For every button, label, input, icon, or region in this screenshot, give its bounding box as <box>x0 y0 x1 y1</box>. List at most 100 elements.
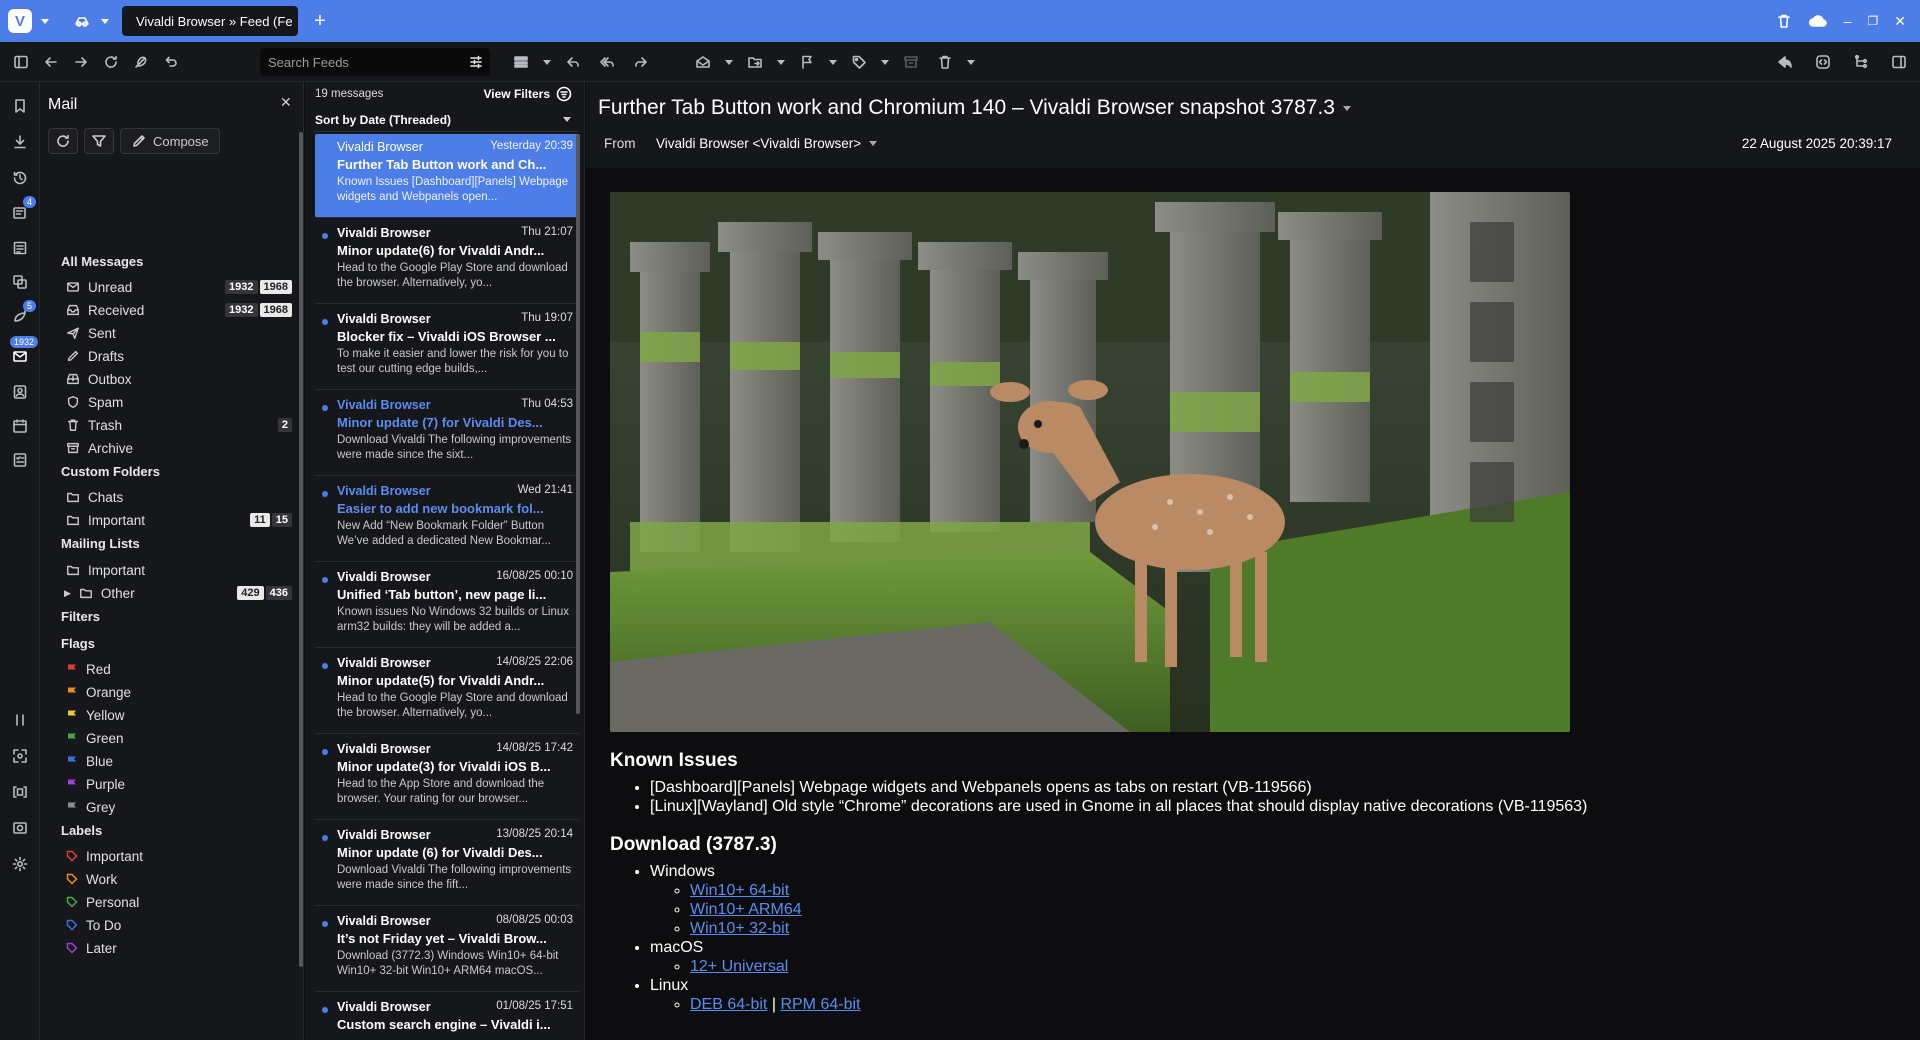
message-row[interactable]: Vivaldi Browser Thu 04:53 Minor update (7… <box>315 392 579 476</box>
message-row[interactable]: Vivaldi Browser 13/08/25 20:14 Minor upda… <box>315 822 579 906</box>
label-later[interactable]: Later <box>66 937 292 959</box>
reload-icon[interactable] <box>96 48 126 76</box>
sync-cloud-icon[interactable] <box>1808 13 1828 29</box>
flag-icon[interactable] <box>792 48 822 76</box>
download-link[interactable]: Win10+ 32-bit <box>690 920 789 937</box>
tiling-icon[interactable] <box>8 780 32 804</box>
search-feeds-field[interactable] <box>260 48 490 76</box>
reply-icon[interactable] <box>558 48 588 76</box>
compose-button[interactable]: Compose <box>120 128 220 154</box>
workspaces-dropdown[interactable] <box>96 7 114 35</box>
flag-blue[interactable]: Blue <box>66 750 292 772</box>
message-row[interactable]: Vivaldi Browser 16/08/25 00:10 Unified ‘T… <box>315 564 579 648</box>
side-panel-icon[interactable] <box>1884 48 1914 76</box>
folder-received[interactable]: Received 1932 1968 <box>66 299 292 321</box>
message-row-selected[interactable]: Vivaldi Browser Yesterday 20:39 Further T… <box>315 134 579 218</box>
message-row[interactable]: Vivaldi Browser 01/08/25 17:51 Custom sea… <box>315 994 579 1040</box>
forward-icon[interactable] <box>66 48 96 76</box>
thread-view-icon[interactable] <box>1846 48 1876 76</box>
sort-selector[interactable]: Sort by Date (Threaded) <box>313 108 579 132</box>
message-row[interactable]: Vivaldi Browser Wed 21:41 Easier to add n… <box>315 478 579 562</box>
feather-icon[interactable] <box>126 48 156 76</box>
vivaldi-menu-dropdown[interactable] <box>36 7 54 35</box>
vivaldi-menu-icon[interactable]: V <box>8 9 32 33</box>
contacts-panel-icon[interactable] <box>8 380 32 404</box>
flag-yellow[interactable]: Yellow <box>66 704 292 726</box>
download-link[interactable]: RPM 64-bit <box>780 996 860 1013</box>
folder-important[interactable]: Important 11 15 <box>66 509 292 531</box>
flag-dropdown[interactable] <box>826 48 840 76</box>
filter-button[interactable] <box>84 128 114 154</box>
feeds-panel-icon[interactable]: 4 <box>8 196 36 224</box>
flag-purple[interactable]: Purple <box>66 773 292 795</box>
folder-sent[interactable]: Sent <box>66 322 292 344</box>
archive-icon[interactable] <box>896 48 926 76</box>
close-panel-icon[interactable]: ✕ <box>280 94 292 111</box>
close-window-button[interactable]: ✕ <box>1894 13 1906 30</box>
folder-archive[interactable]: Archive <box>66 437 292 459</box>
calendar-panel-icon[interactable] <box>8 414 32 438</box>
panel-toggle-icon[interactable] <box>6 48 36 76</box>
minimize-button[interactable]: – <box>1844 13 1852 29</box>
message-row[interactable]: Vivaldi Browser 08/08/25 00:03 It’s not F… <box>315 908 579 992</box>
layout-dropdown[interactable] <box>540 48 554 76</box>
download-link[interactable]: 12+ Universal <box>690 958 788 975</box>
workspaces-icon[interactable] <box>68 7 96 35</box>
maximize-button[interactable]: ❐ <box>1868 14 1879 28</box>
flag-orange[interactable]: Orange <box>66 681 292 703</box>
bookmarks-panel-icon[interactable] <box>8 94 32 118</box>
search-feeds-input[interactable] <box>268 54 458 70</box>
message-list-scrollbar[interactable] <box>576 134 580 714</box>
view-filters-button[interactable]: View Filters <box>484 86 572 102</box>
history-panel-icon[interactable] <box>8 166 32 190</box>
label-icon[interactable] <box>844 48 874 76</box>
labels-heading[interactable]: Labels <box>61 823 102 838</box>
download-link[interactable]: Win10+ ARM64 <box>690 901 802 918</box>
mark-read-dropdown[interactable] <box>722 48 736 76</box>
folder-trash[interactable]: Trash 2 <box>66 414 292 436</box>
folder-unread[interactable]: Unread 1932 1968 <box>66 276 292 298</box>
move-folder-icon[interactable] <box>740 48 770 76</box>
folder-tree-scrollbar[interactable] <box>299 132 303 967</box>
layout-icon[interactable] <box>506 48 536 76</box>
view-source-icon[interactable] <box>1808 48 1838 76</box>
label-dropdown[interactable] <box>878 48 892 76</box>
active-tab[interactable]: Vivaldi Browser » Feed (Fe <box>122 6 298 36</box>
expand-chevron-icon[interactable]: ▶ <box>64 588 71 599</box>
label-todo[interactable]: To Do <box>66 914 292 936</box>
download-link[interactable]: DEB 64-bit <box>690 996 767 1013</box>
folder-spam[interactable]: Spam <box>66 391 292 413</box>
message-row[interactable]: Vivaldi Browser 14/08/25 22:06 Minor upda… <box>315 650 579 734</box>
delete-dropdown[interactable] <box>964 48 978 76</box>
message-row[interactable]: Vivaldi Browser 14/08/25 17:42 Minor upda… <box>315 736 579 820</box>
delete-icon[interactable] <box>930 48 960 76</box>
download-link[interactable]: Win10+ 64-bit <box>690 882 789 899</box>
message-row[interactable]: Vivaldi Browser Thu 21:07 Minor update(6)… <box>315 220 579 304</box>
back-icon[interactable] <box>36 48 66 76</box>
folder-drafts[interactable]: Drafts <box>66 345 292 367</box>
subject-dropdown-icon[interactable] <box>1342 105 1351 111</box>
trash-icon[interactable] <box>1776 13 1792 29</box>
undo-icon[interactable] <box>156 48 186 76</box>
flag-red[interactable]: Red <box>66 658 292 680</box>
custom-folders-heading[interactable]: Custom Folders <box>61 464 160 479</box>
reply-arrow-icon[interactable] <box>1770 48 1800 76</box>
flag-grey[interactable]: Grey <box>66 796 292 818</box>
reply-all-icon[interactable] <box>592 48 622 76</box>
refresh-button[interactable] <box>48 128 78 154</box>
downloads-panel-icon[interactable] <box>8 130 32 154</box>
mark-read-icon[interactable] <box>688 48 718 76</box>
label-important[interactable]: Important <box>66 845 292 867</box>
reader-panel-icon[interactable]: 5 <box>8 300 36 328</box>
settings-gear-icon[interactable] <box>8 852 32 876</box>
flag-green[interactable]: Green <box>66 727 292 749</box>
message-row[interactable]: Vivaldi Browser Thu 19:07 Blocker fix – V… <box>315 306 579 390</box>
notes-panel-icon[interactable] <box>8 236 32 260</box>
folder-chats[interactable]: Chats <box>66 486 292 508</box>
from-sender[interactable]: Vivaldi Browser <Vivaldi Browser> <box>656 136 878 151</box>
list-other[interactable]: ▶ Other 429 436 <box>64 582 292 604</box>
flags-heading[interactable]: Flags <box>61 636 95 651</box>
filters-heading[interactable]: Filters <box>61 609 100 624</box>
all-messages-heading[interactable]: All Messages <box>61 254 143 269</box>
mail-panel-icon[interactable]: 1932 <box>8 336 38 368</box>
